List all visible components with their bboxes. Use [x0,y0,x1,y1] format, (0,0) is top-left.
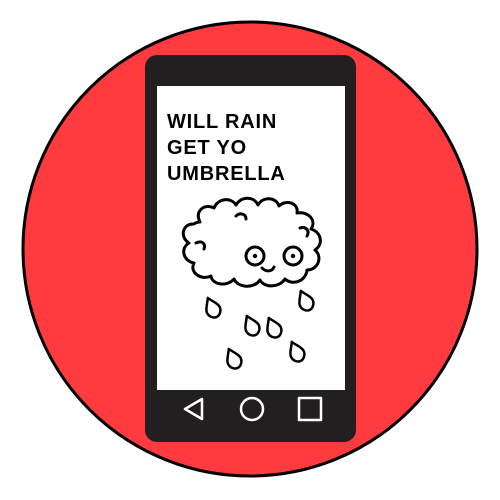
cloud-pupil-left [252,253,258,259]
message-line-3: UMBRELLA [167,163,286,185]
message-line-2: GET YO [167,137,247,159]
weather-app-badge: WILL RAIN GET YO UMBRELLA [21,20,479,478]
rain-cloud-character-icon [181,196,322,288]
cloud-pupil-right [290,253,296,259]
message-line-1: WILL RAIN [167,111,277,133]
